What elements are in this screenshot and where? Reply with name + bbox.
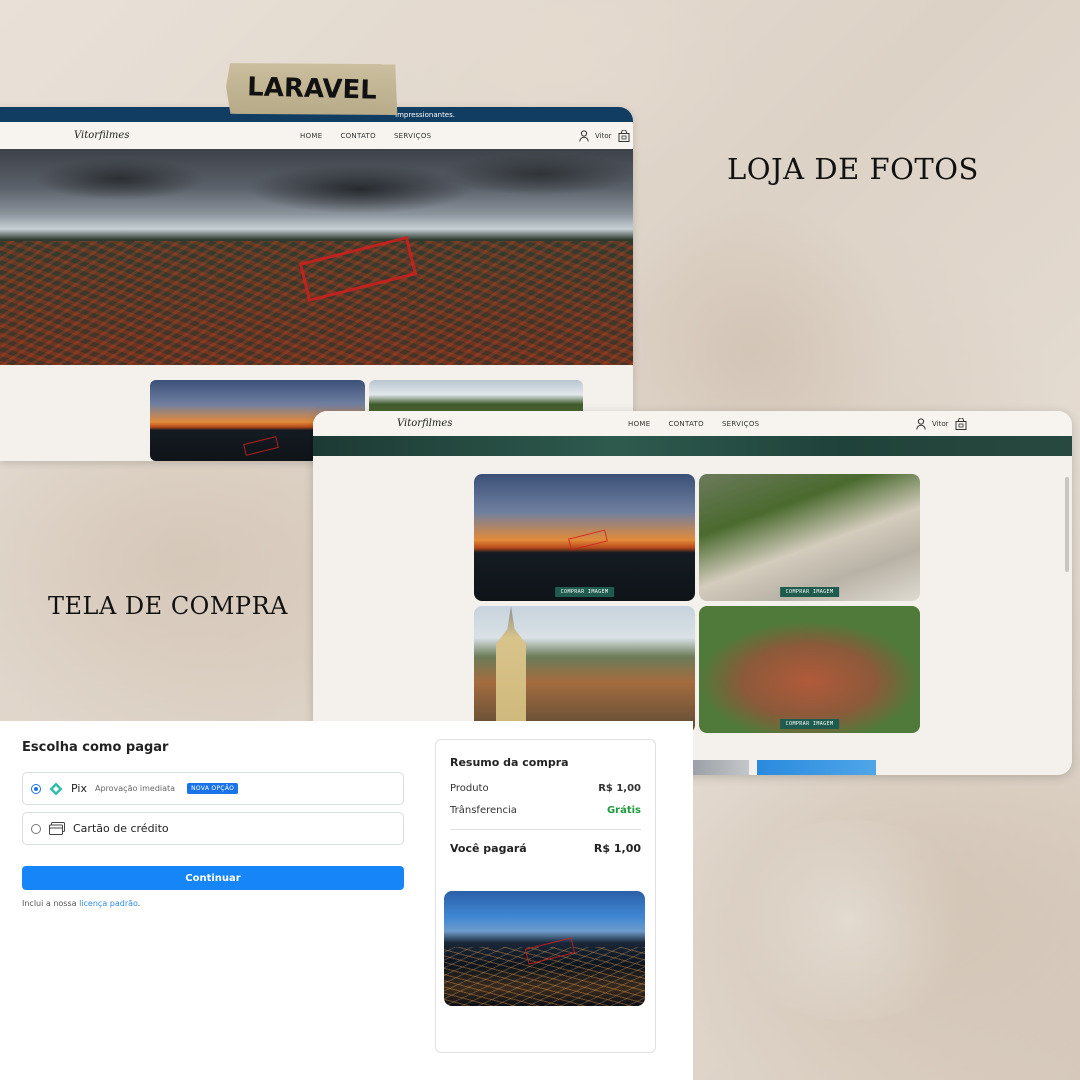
checkout-caption: TELA DE COMPRA [48,592,288,620]
store-home-window: impressionantes. Vitorfilmes HOME CONTAT… [0,107,633,461]
buy-image-button[interactable]: COMPRAR IMAGEM [554,587,615,597]
user-icon[interactable] [579,129,589,142]
user-name[interactable]: Vitor [932,420,949,428]
product-value: R$ 1,00 [598,783,641,794]
scrollbar[interactable] [1065,477,1069,572]
payment-title: Escolha como pagar [22,740,169,755]
user-name[interactable]: Vitor [595,132,612,140]
product-preview-image [444,891,645,1006]
gallery-thumb-partial[interactable] [757,760,876,775]
watermark-stamp [568,529,608,551]
hero-banner-image [0,149,633,365]
order-summary: Resumo da compra Produto R$ 1,00 Trânsfe… [435,739,656,1053]
license-note: Inclui a nossa licença padrão. [22,899,140,908]
nav-home[interactable]: HOME [628,420,650,428]
credit-card-icon [49,822,65,835]
store-navbar: Vitorfilmes HOME CONTATO SERVIÇOS Vitor [0,122,633,149]
pix-label: Pix [71,782,87,795]
cart-icon[interactable] [955,417,967,430]
nav-servicos[interactable]: SERVIÇOS [722,420,759,428]
summary-row-total: Você pagará R$ 1,00 [450,842,641,855]
user-area: Vitor [579,129,630,142]
summary-row-transfer: Trânsferencia Grátis [450,805,641,816]
cart-icon[interactable] [618,129,630,142]
user-icon[interactable] [916,417,926,430]
transfer-label: Trânsferencia [450,805,517,816]
gallery-navbar: Vitorfilmes HOME CONTATO SERVIÇOS Vitor [313,411,1072,436]
card-label: Cartão de crédito [73,822,169,835]
nav-home[interactable]: HOME [300,132,322,140]
storm-clouds [0,149,633,229]
church-tower [496,606,526,733]
gallery-card-beach[interactable]: COMPRAR IMAGEM [699,474,920,601]
laravel-tape-label: LARAVEL [225,60,398,118]
summary-title: Resumo da compra [450,756,569,769]
checkout-page: Escolha como pagar Pix Aprovação imediat… [0,721,693,1080]
paper-stain [720,820,980,1020]
total-value: R$ 1,00 [593,842,641,855]
nav-servicos[interactable]: SERVIÇOS [394,132,431,140]
summary-divider [450,829,641,830]
payment-option-card[interactable]: Cartão de crédito [22,812,404,845]
nav-contato[interactable]: CONTATO [668,420,704,428]
card-radio[interactable] [31,823,41,834]
site-logo[interactable]: Vitorfilmes [74,130,129,141]
payment-option-pix[interactable]: Pix Aprovação imediata NOVA OPÇÃO [22,772,404,805]
nav-contato[interactable]: CONTATO [340,132,376,140]
total-label: Você pagará [450,842,527,855]
license-prefix: Inclui a nossa [22,899,80,908]
pix-sub: Aprovação imediata [94,784,176,793]
banner-strip [313,436,1072,456]
new-option-badge: NOVA OPÇÃO [187,783,239,794]
announcement-text: impressionantes. [395,110,455,119]
gallery-card-sunset[interactable]: COMPRAR IMAGEM [474,474,695,601]
nav-links: HOME CONTATO SERVIÇOS [628,420,759,428]
continue-button[interactable]: Continuar [22,866,404,890]
gallery-thumb-partial[interactable] [693,760,749,775]
license-link[interactable]: licença padrão [79,899,138,908]
pix-icon [49,782,63,795]
user-area: Vitor [916,417,967,430]
watermark-stamp [243,436,279,456]
store-caption: LOJA DE FOTOS [727,152,979,186]
nav-links: HOME CONTATO SERVIÇOS [300,132,431,140]
license-suffix: . [137,899,141,908]
summary-row-product: Produto R$ 1,00 [450,783,641,794]
pix-radio[interactable] [31,783,41,794]
site-logo[interactable]: Vitorfilmes [397,418,452,429]
transfer-value: Grátis [606,805,641,816]
buy-image-button[interactable]: COMPRAR IMAGEM [779,587,840,597]
gallery-card-aerial[interactable]: COMPRAR IMAGEM [699,606,920,733]
gallery-card-church[interactable] [474,606,695,733]
product-label: Produto [450,783,489,794]
buy-image-button[interactable]: COMPRAR IMAGEM [779,719,840,729]
